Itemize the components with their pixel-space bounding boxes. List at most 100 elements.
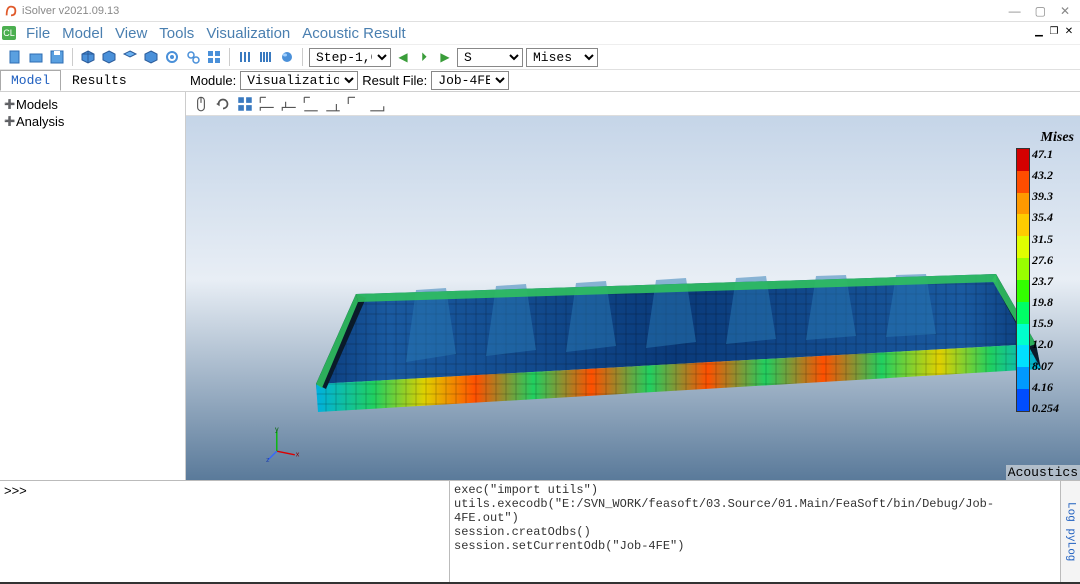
main-toolbar: Step-1,0 ◀ ⏵ ▶ S Mises (0, 44, 1080, 70)
log-side-tab[interactable]: Log pyLog (1060, 481, 1080, 582)
step-next-button[interactable]: ▶ (436, 48, 454, 66)
legend-segment (1017, 280, 1029, 302)
prompt: >>> (4, 483, 27, 498)
legend-segment (1017, 236, 1029, 258)
legend-value: 15.9 (1032, 317, 1059, 329)
legend-segment (1017, 214, 1029, 236)
grid4-icon[interactable] (236, 95, 254, 113)
legend-value: 12.0 (1032, 338, 1059, 350)
legend-value: 31.5 (1032, 233, 1059, 245)
legend-title: Mises (1016, 130, 1074, 146)
cube-top-button[interactable] (121, 48, 139, 66)
command-log[interactable]: exec("import utils") utils.execodb("E:/S… (450, 481, 1060, 582)
window-title: iSolver v2021.09.13 (22, 5, 1009, 17)
legend-segment (1017, 258, 1029, 280)
legend-value: 23.7 (1032, 275, 1059, 287)
cube-iso-button[interactable] (79, 48, 97, 66)
separator (229, 48, 230, 66)
svg-text:y: y (275, 426, 279, 433)
log-tab-label: Log pyLog (1065, 502, 1077, 561)
result-file-select[interactable]: Job-4FE (431, 71, 509, 90)
cube-front-button[interactable] (100, 48, 118, 66)
menu-tools[interactable]: Tools (159, 25, 194, 42)
svg-text:z: z (266, 455, 270, 462)
render-canvas[interactable]: x y z Mises 47.1 43.2 39.3 35.4 31.5 27.6 23.7… (186, 116, 1080, 480)
legend-segment (1017, 171, 1029, 193)
gears-button[interactable] (184, 48, 202, 66)
mdi-restore-icon[interactable]: ❐ (1047, 26, 1061, 40)
maximize-button[interactable]: ▢ (1035, 4, 1046, 18)
step-prev-button[interactable]: ◀ (394, 48, 412, 66)
frame6-icon[interactable] (368, 95, 386, 113)
step-play-button[interactable]: ⏵ (415, 48, 433, 66)
sub-bar: Model Results Module: Visualization Resu… (0, 70, 1080, 92)
frame4-icon[interactable] (324, 95, 342, 113)
console-panel: >>> exec("import utils") utils.execodb("… (0, 480, 1080, 582)
color-legend: Mises 47.1 43.2 39.3 35.4 31.5 27.6 23.7 19.8 15… (1016, 130, 1074, 414)
new-file-button[interactable] (6, 48, 24, 66)
bars2-button[interactable] (257, 48, 275, 66)
legend-segment (1017, 149, 1029, 171)
app-icon (4, 4, 18, 18)
expand-icon[interactable]: ➕ (4, 99, 14, 110)
status-right: Acoustics (1006, 465, 1080, 480)
legend-value: 27.6 (1032, 254, 1059, 266)
open-file-button[interactable] (27, 48, 45, 66)
model-tree-panel: ➕Models ➕Analysis (0, 92, 186, 480)
menu-bar: CL File Model View Tools Visualization A… (0, 22, 1080, 44)
bars1-button[interactable] (236, 48, 254, 66)
legend-segment (1017, 324, 1029, 346)
tree-item-analysis[interactable]: ➕Analysis (2, 113, 183, 130)
tab-results[interactable]: Results (61, 70, 138, 91)
view-triad: x y z (266, 426, 302, 462)
viewport: x y z Mises 47.1 43.2 39.3 35.4 31.5 27.6 23.7… (186, 92, 1080, 480)
menu-acoustic-result[interactable]: Acoustic Result (302, 25, 405, 42)
legend-value: 0.254 (1032, 402, 1059, 414)
frame5-icon[interactable] (346, 95, 364, 113)
legend-segment (1017, 193, 1029, 215)
cube-side-button[interactable] (142, 48, 160, 66)
result-file-label: Result File: (362, 73, 427, 88)
module-label: Module: (190, 73, 236, 88)
tab-model[interactable]: Model (0, 70, 61, 91)
app-badge-icon: CL (2, 26, 16, 40)
fem-render (296, 234, 1056, 414)
mdi-close-icon[interactable]: ✕ (1062, 26, 1076, 40)
svg-text:x: x (296, 450, 300, 459)
separator (302, 48, 303, 66)
legend-segment (1017, 389, 1029, 411)
close-button[interactable]: ✕ (1060, 4, 1070, 18)
gear-button[interactable] (163, 48, 181, 66)
tree-item-models[interactable]: ➕Models (2, 96, 183, 113)
title-bar: iSolver v2021.09.13 — ▢ ✕ (0, 0, 1080, 22)
field-component-select[interactable]: Mises (526, 48, 598, 67)
save-file-button[interactable] (48, 48, 66, 66)
mouse-icon[interactable] (192, 95, 210, 113)
rotate-icon[interactable] (214, 95, 232, 113)
viewport-toolbar (186, 92, 1080, 116)
menu-view[interactable]: View (115, 25, 147, 42)
legend-value: 19.8 (1032, 296, 1059, 308)
legend-segment (1017, 302, 1029, 324)
field-variable-select[interactable]: S (457, 48, 523, 67)
menu-visualization[interactable]: Visualization (206, 25, 290, 42)
separator (72, 48, 73, 66)
legend-value: 39.3 (1032, 190, 1059, 202)
expand-icon[interactable]: ➕ (4, 116, 14, 127)
frame1-icon[interactable] (258, 95, 276, 113)
frame3-icon[interactable] (302, 95, 320, 113)
module-select[interactable]: Visualization (240, 71, 358, 90)
legend-value: 35.4 (1032, 211, 1059, 223)
sphere-button[interactable] (278, 48, 296, 66)
menu-file[interactable]: File (26, 25, 50, 42)
minimize-button[interactable]: — (1009, 4, 1021, 18)
legend-value: 47.1 (1032, 148, 1059, 160)
command-input-area[interactable]: >>> (0, 481, 450, 582)
step-select[interactable]: Step-1,0 (309, 48, 391, 67)
legend-value: 8.07 (1032, 360, 1059, 372)
frame2-icon[interactable] (280, 95, 298, 113)
legend-value: 43.2 (1032, 169, 1059, 181)
menu-model[interactable]: Model (62, 25, 103, 42)
grid-button[interactable] (205, 48, 223, 66)
mdi-minimize-icon[interactable]: ▁ (1032, 26, 1046, 40)
